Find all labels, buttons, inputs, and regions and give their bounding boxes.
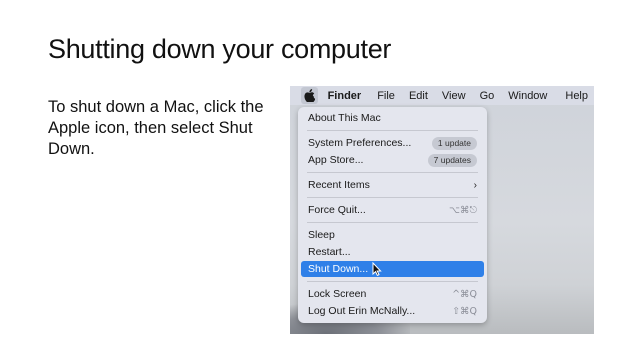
menu-bar: Finder File Edit View Go Window Help [290,86,594,105]
menu-file[interactable]: File [371,90,401,102]
menu-item-recent-items[interactable]: Recent Items › [301,177,484,193]
menu-item-label: Lock Screen [308,288,367,300]
slide-body-text: To shut down a Mac, click the Apple icon… [48,98,264,158]
menu-window[interactable]: Window [502,90,553,102]
menu-item-label: System Preferences... [308,137,412,149]
menu-separator [307,130,478,131]
menu-separator [307,172,478,173]
menu-item-label: Recent Items [308,179,370,191]
mouse-pointer-icon [372,262,382,276]
menu-item-force-quit[interactable]: Force Quit... ⌥⌘⎋ [301,202,484,218]
menu-item-log-out[interactable]: Log Out Erin McNally... ⇧⌘Q [301,303,484,319]
menu-finder[interactable]: Finder [322,90,368,102]
menu-help[interactable]: Help [559,90,594,102]
menu-item-app-store[interactable]: App Store... 7 updates [301,152,484,168]
apple-icon[interactable] [301,87,318,104]
update-badge: 7 updates [427,153,477,167]
menu-item-label: Log Out Erin McNally... [308,305,416,317]
mac-screenshot: Finder File Edit View Go Window Help Abo… [290,86,594,334]
menu-item-lock-screen[interactable]: Lock Screen ^⌘Q [301,286,484,302]
menu-item-label: Sleep [308,229,335,241]
apple-menu-dropdown: About This Mac System Preferences... 1 u… [298,107,487,323]
keyboard-shortcut: ⇧⌘Q [452,305,477,317]
chevron-right-icon: › [473,179,477,191]
menu-item-label: About This Mac [308,112,381,124]
menu-item-restart[interactable]: Restart... [301,244,484,260]
menu-separator [307,281,478,282]
menu-edit[interactable]: Edit [403,90,434,102]
update-badge: 1 update [431,136,477,150]
menu-item-system-preferences[interactable]: System Preferences... 1 update [301,135,484,151]
slide-title: Shutting down your computer [48,34,392,64]
menu-item-label: Shut Down... [308,263,369,275]
keyboard-shortcut: ⌥⌘⎋ [449,204,477,216]
menu-item-sleep[interactable]: Sleep [301,227,484,243]
menu-separator [307,222,478,223]
menu-separator [307,197,478,198]
menu-item-shut-down[interactable]: Shut Down... [301,261,484,277]
menu-view[interactable]: View [436,90,472,102]
menu-item-about[interactable]: About This Mac [301,110,484,126]
menu-go[interactable]: Go [474,90,501,102]
menu-item-label: App Store... [308,154,364,166]
keyboard-shortcut: ^⌘Q [452,288,477,300]
menu-item-label: Restart... [308,246,351,258]
menu-item-label: Force Quit... [308,204,366,216]
